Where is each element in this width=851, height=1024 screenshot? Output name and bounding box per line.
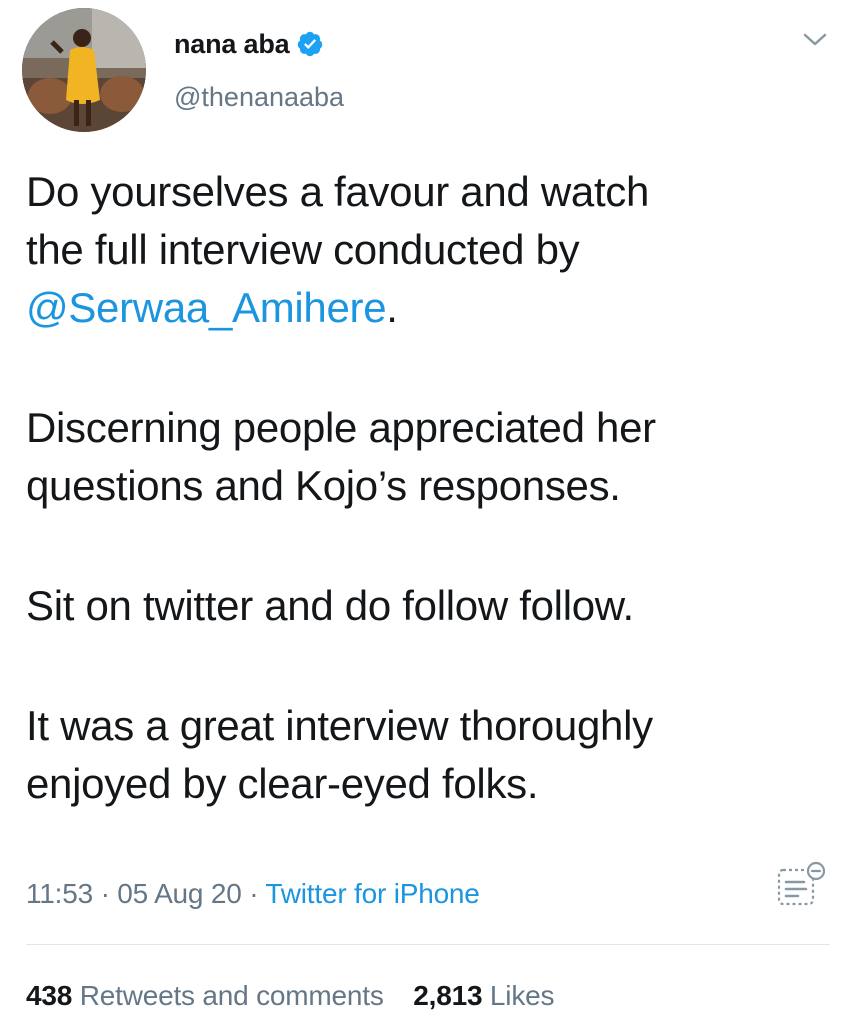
tweet-text-line: @Serwaa_Amihere. bbox=[26, 279, 826, 337]
analytics-icon[interactable] bbox=[776, 860, 826, 910]
verified-badge-icon bbox=[298, 31, 323, 57]
tweet-date: 05 Aug 20 bbox=[117, 878, 242, 909]
tweet-time: 11:53 bbox=[26, 878, 93, 909]
tweet-text-line: Do yourselves a favour and watch bbox=[26, 168, 650, 215]
tweet-text-line: Sit on twitter and do follow follow. bbox=[26, 582, 634, 629]
mention-link[interactable]: @Serwaa_Amihere bbox=[26, 284, 387, 331]
tweet-meta: 11:53 · 05 Aug 20 · Twitter for iPhone bbox=[26, 878, 480, 910]
tweet-text-line: It was a great interview thoroughly bbox=[26, 702, 653, 749]
mention-suffix: . bbox=[386, 284, 398, 331]
likes-label: Likes bbox=[489, 980, 555, 1011]
tweet-text: Do yourselves a favour and watch the ful… bbox=[26, 163, 826, 813]
tweet-text-line: questions and Kojo’s responses. bbox=[26, 462, 621, 509]
chevron-down-icon[interactable] bbox=[801, 30, 829, 50]
name-row: nana aba bbox=[174, 26, 324, 62]
display-name[interactable]: nana aba bbox=[174, 29, 290, 60]
tweet-text-line: enjoyed by clear-eyed folks. bbox=[26, 760, 539, 807]
retweets-label: Retweets and comments bbox=[79, 980, 384, 1011]
meta-separator: · bbox=[93, 878, 118, 909]
likes-count: 2,813 bbox=[413, 980, 483, 1011]
avatar[interactable] bbox=[22, 8, 146, 132]
retweets-count: 438 bbox=[26, 980, 73, 1011]
retweets-stat[interactable]: 438 Retweets and comments bbox=[26, 980, 384, 1011]
tweet-text-line: Discerning people appreciated her bbox=[26, 404, 656, 451]
likes-stat[interactable]: 2,813 Likes bbox=[413, 980, 554, 1011]
tweet-detail: nana aba @thenanaaba Do yourselves a fav… bbox=[0, 0, 851, 1024]
tweet-source-link[interactable]: Twitter for iPhone bbox=[265, 878, 479, 909]
tweet-text-line: the full interview conducted by bbox=[26, 226, 580, 273]
tweet-stats: 438 Retweets and comments 2,813 Likes bbox=[26, 980, 576, 1012]
avatar-image bbox=[22, 8, 146, 132]
divider bbox=[26, 944, 830, 945]
user-handle[interactable]: @thenanaaba bbox=[174, 82, 344, 113]
meta-separator: · bbox=[241, 878, 266, 909]
